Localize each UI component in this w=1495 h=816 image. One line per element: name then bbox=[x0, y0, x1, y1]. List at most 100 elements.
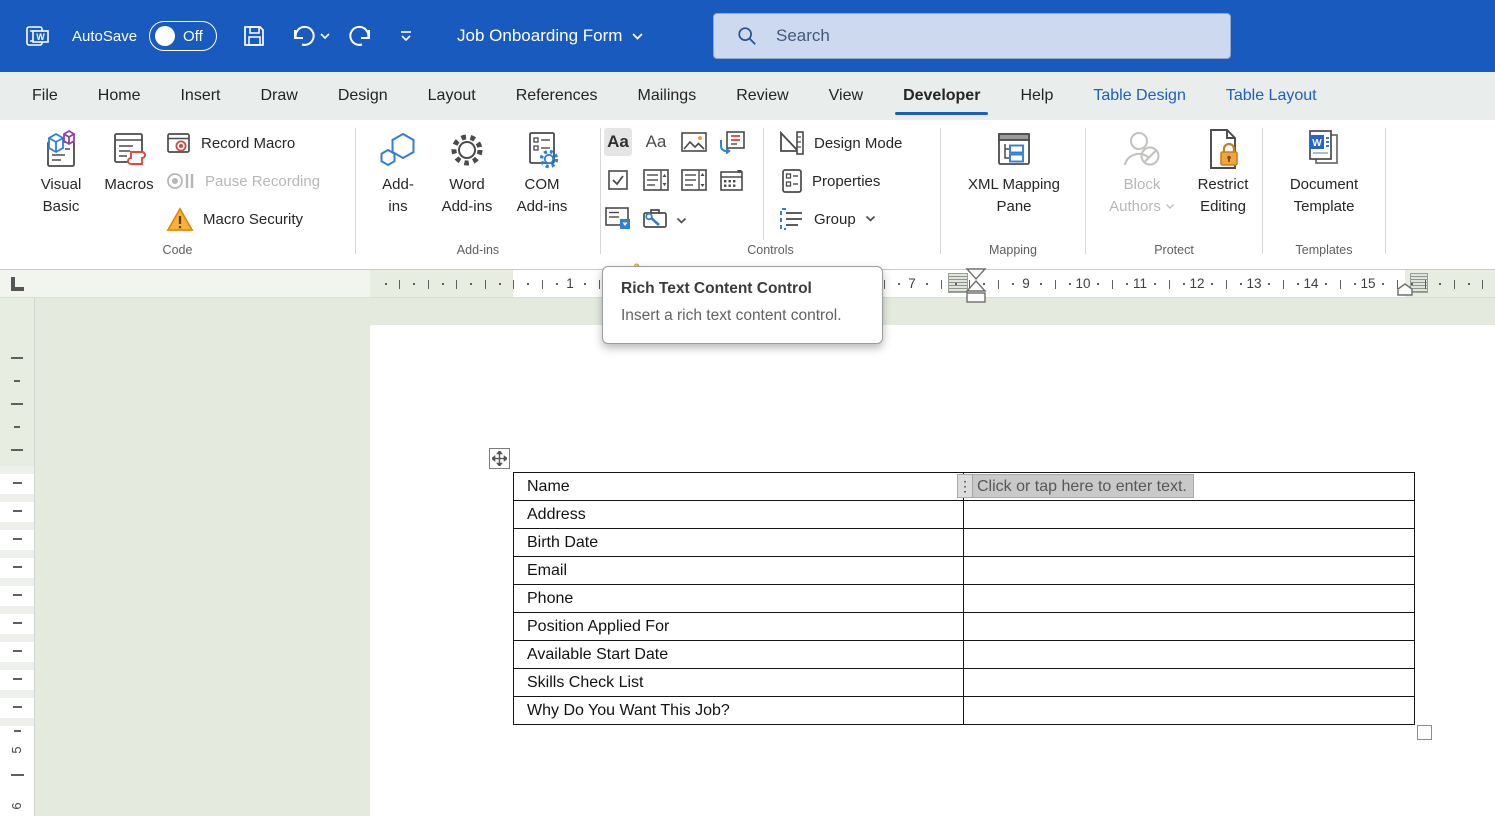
tab-file[interactable]: File bbox=[12, 72, 78, 120]
field-label-cell[interactable]: Birth Date bbox=[514, 529, 964, 556]
field-label-cell[interactable]: Phone bbox=[514, 585, 964, 612]
tab-help[interactable]: Help bbox=[1000, 72, 1073, 120]
field-value-cell[interactable]: ⋮ Click or tap here to enter text. bbox=[964, 473, 1414, 500]
ruler-tick bbox=[413, 283, 415, 285]
combo-box-content-control-button[interactable] bbox=[642, 166, 670, 194]
tab-selector[interactable] bbox=[8, 274, 28, 299]
macros-button[interactable]: Macros bbox=[96, 127, 162, 195]
right-indent-marker[interactable] bbox=[1396, 283, 1414, 302]
field-label-cell[interactable]: Position Applied For bbox=[514, 613, 964, 640]
field-value-cell[interactable] bbox=[964, 669, 1414, 696]
picture-content-control-button[interactable] bbox=[680, 128, 708, 156]
date-picker-content-control-button[interactable] bbox=[718, 166, 746, 194]
date-picker-control-icon bbox=[719, 168, 745, 192]
ruler-tick bbox=[513, 280, 514, 289]
rich-text-content-control-button[interactable]: Aa bbox=[604, 128, 632, 156]
undo-dropdown[interactable] bbox=[319, 32, 331, 40]
document-page[interactable]: Name ⋮ Click or tap here to enter text. … bbox=[370, 325, 1495, 816]
quick-access-overflow-button[interactable] bbox=[397, 27, 415, 45]
document-title[interactable]: Job Onboarding Form bbox=[457, 26, 644, 46]
com-add-ins-button[interactable]: COM Add-ins bbox=[506, 127, 578, 217]
tab-layout[interactable]: Layout bbox=[408, 72, 496, 120]
macro-security-label: Macro Security bbox=[203, 211, 303, 228]
tab-mailings[interactable]: Mailings bbox=[618, 72, 717, 120]
record-macro-icon bbox=[166, 131, 192, 155]
save-button[interactable] bbox=[241, 23, 267, 49]
repeating-section-content-control-button[interactable] bbox=[604, 204, 632, 232]
table-row: Address bbox=[514, 501, 1414, 529]
ruler-tick bbox=[1126, 283, 1128, 285]
checkbox-content-control-button[interactable] bbox=[604, 166, 632, 194]
field-label-cell[interactable]: Address bbox=[514, 501, 964, 528]
macro-security-button[interactable]: Macro Security bbox=[166, 205, 303, 233]
tab-review[interactable]: Review bbox=[716, 72, 808, 120]
table-row: Phone bbox=[514, 585, 1414, 613]
xml-mapping-pane-button[interactable]: XML Mapping Pane bbox=[957, 127, 1071, 217]
building-block-gallery-control-button[interactable] bbox=[718, 128, 746, 156]
word-add-ins-button[interactable]: Word Add-ins bbox=[433, 127, 501, 217]
ruler-tick bbox=[1226, 280, 1227, 289]
table-resize-handle[interactable] bbox=[1417, 725, 1432, 740]
undo-button[interactable] bbox=[289, 23, 315, 49]
tab-table-design[interactable]: Table Design bbox=[1073, 72, 1206, 120]
combo-box-control-icon bbox=[643, 168, 669, 192]
group-separator bbox=[600, 128, 601, 254]
tab-developer[interactable]: Developer bbox=[883, 72, 1000, 120]
tab-draw[interactable]: Draw bbox=[240, 72, 317, 120]
legacy-tools-dropdown[interactable] bbox=[676, 212, 687, 230]
tab-home[interactable]: Home bbox=[78, 72, 161, 120]
record-macro-button[interactable]: Record Macro bbox=[166, 129, 295, 157]
field-value-cell[interactable] bbox=[964, 557, 1414, 584]
table-row: Email bbox=[514, 557, 1414, 585]
search-input[interactable]: Search bbox=[713, 13, 1231, 59]
group-button[interactable]: Group bbox=[778, 205, 876, 233]
restrict-editing-icon bbox=[1203, 127, 1243, 173]
field-label-cell[interactable]: Available Start Date bbox=[514, 641, 964, 668]
visual-basic-button[interactable]: Visual Basic bbox=[28, 127, 94, 217]
tab-insert[interactable]: Insert bbox=[160, 72, 240, 120]
add-ins-button[interactable]: Add- ins bbox=[366, 127, 430, 217]
ruler-tick bbox=[542, 280, 543, 289]
field-label-cell[interactable]: Why Do You Want This Job? bbox=[514, 697, 964, 724]
table-move-handle[interactable] bbox=[489, 448, 510, 469]
field-value-cell[interactable] bbox=[964, 529, 1414, 556]
redo-button[interactable] bbox=[349, 23, 375, 49]
field-value-cell[interactable] bbox=[964, 613, 1414, 640]
tab-view[interactable]: View bbox=[809, 72, 883, 120]
content-control[interactable]: ⋮ Click or tap here to enter text. bbox=[957, 474, 1194, 498]
dropdown-list-content-control-button[interactable] bbox=[680, 166, 708, 194]
macro-security-icon bbox=[166, 207, 194, 232]
content-control-placeholder[interactable]: Click or tap here to enter text. bbox=[973, 475, 1193, 497]
field-value-cell[interactable] bbox=[964, 501, 1414, 528]
tab-design[interactable]: Design bbox=[318, 72, 408, 120]
word-add-ins-icon bbox=[447, 127, 487, 173]
restrict-editing-button[interactable]: Restrict Editing bbox=[1182, 127, 1264, 217]
plain-text-control-icon: Aa bbox=[646, 132, 667, 152]
autosave-label: AutoSave bbox=[72, 28, 137, 45]
content-control-handle[interactable]: ⋮ bbox=[958, 475, 973, 497]
field-label-cell[interactable]: Name bbox=[514, 473, 964, 500]
ribbon: Visual Basic Macros Record Macro Pause R… bbox=[0, 120, 1495, 270]
legacy-tools-button[interactable] bbox=[642, 204, 670, 232]
ruler-tick bbox=[11, 774, 24, 776]
ruler-tick bbox=[1468, 283, 1470, 285]
tab-references[interactable]: References bbox=[496, 72, 618, 120]
ruler-tick bbox=[1055, 280, 1056, 289]
indent-markers[interactable] bbox=[964, 268, 990, 311]
tab-table-layout[interactable]: Table Layout bbox=[1206, 72, 1337, 120]
field-label-cell[interactable]: Skills Check List bbox=[514, 669, 964, 696]
field-value-cell[interactable] bbox=[964, 585, 1414, 612]
field-value-cell[interactable] bbox=[964, 697, 1414, 724]
ruler-tick bbox=[1382, 283, 1384, 285]
field-label-cell[interactable]: Email bbox=[514, 557, 964, 584]
plain-text-content-control-button[interactable]: Aa bbox=[642, 128, 670, 156]
document-template-button[interactable]: W Document Template bbox=[1282, 127, 1366, 217]
field-value-cell[interactable] bbox=[964, 641, 1414, 668]
ruler-tick bbox=[1439, 283, 1441, 285]
properties-button[interactable]: Properties bbox=[781, 167, 880, 195]
ruler-tick bbox=[11, 403, 23, 405]
vertical-ruler[interactable]: 56 bbox=[0, 298, 35, 816]
design-mode-button[interactable]: Design Mode bbox=[778, 129, 902, 157]
autosave-toggle[interactable]: Off bbox=[149, 21, 217, 51]
table-row: Why Do You Want This Job? bbox=[514, 697, 1414, 725]
